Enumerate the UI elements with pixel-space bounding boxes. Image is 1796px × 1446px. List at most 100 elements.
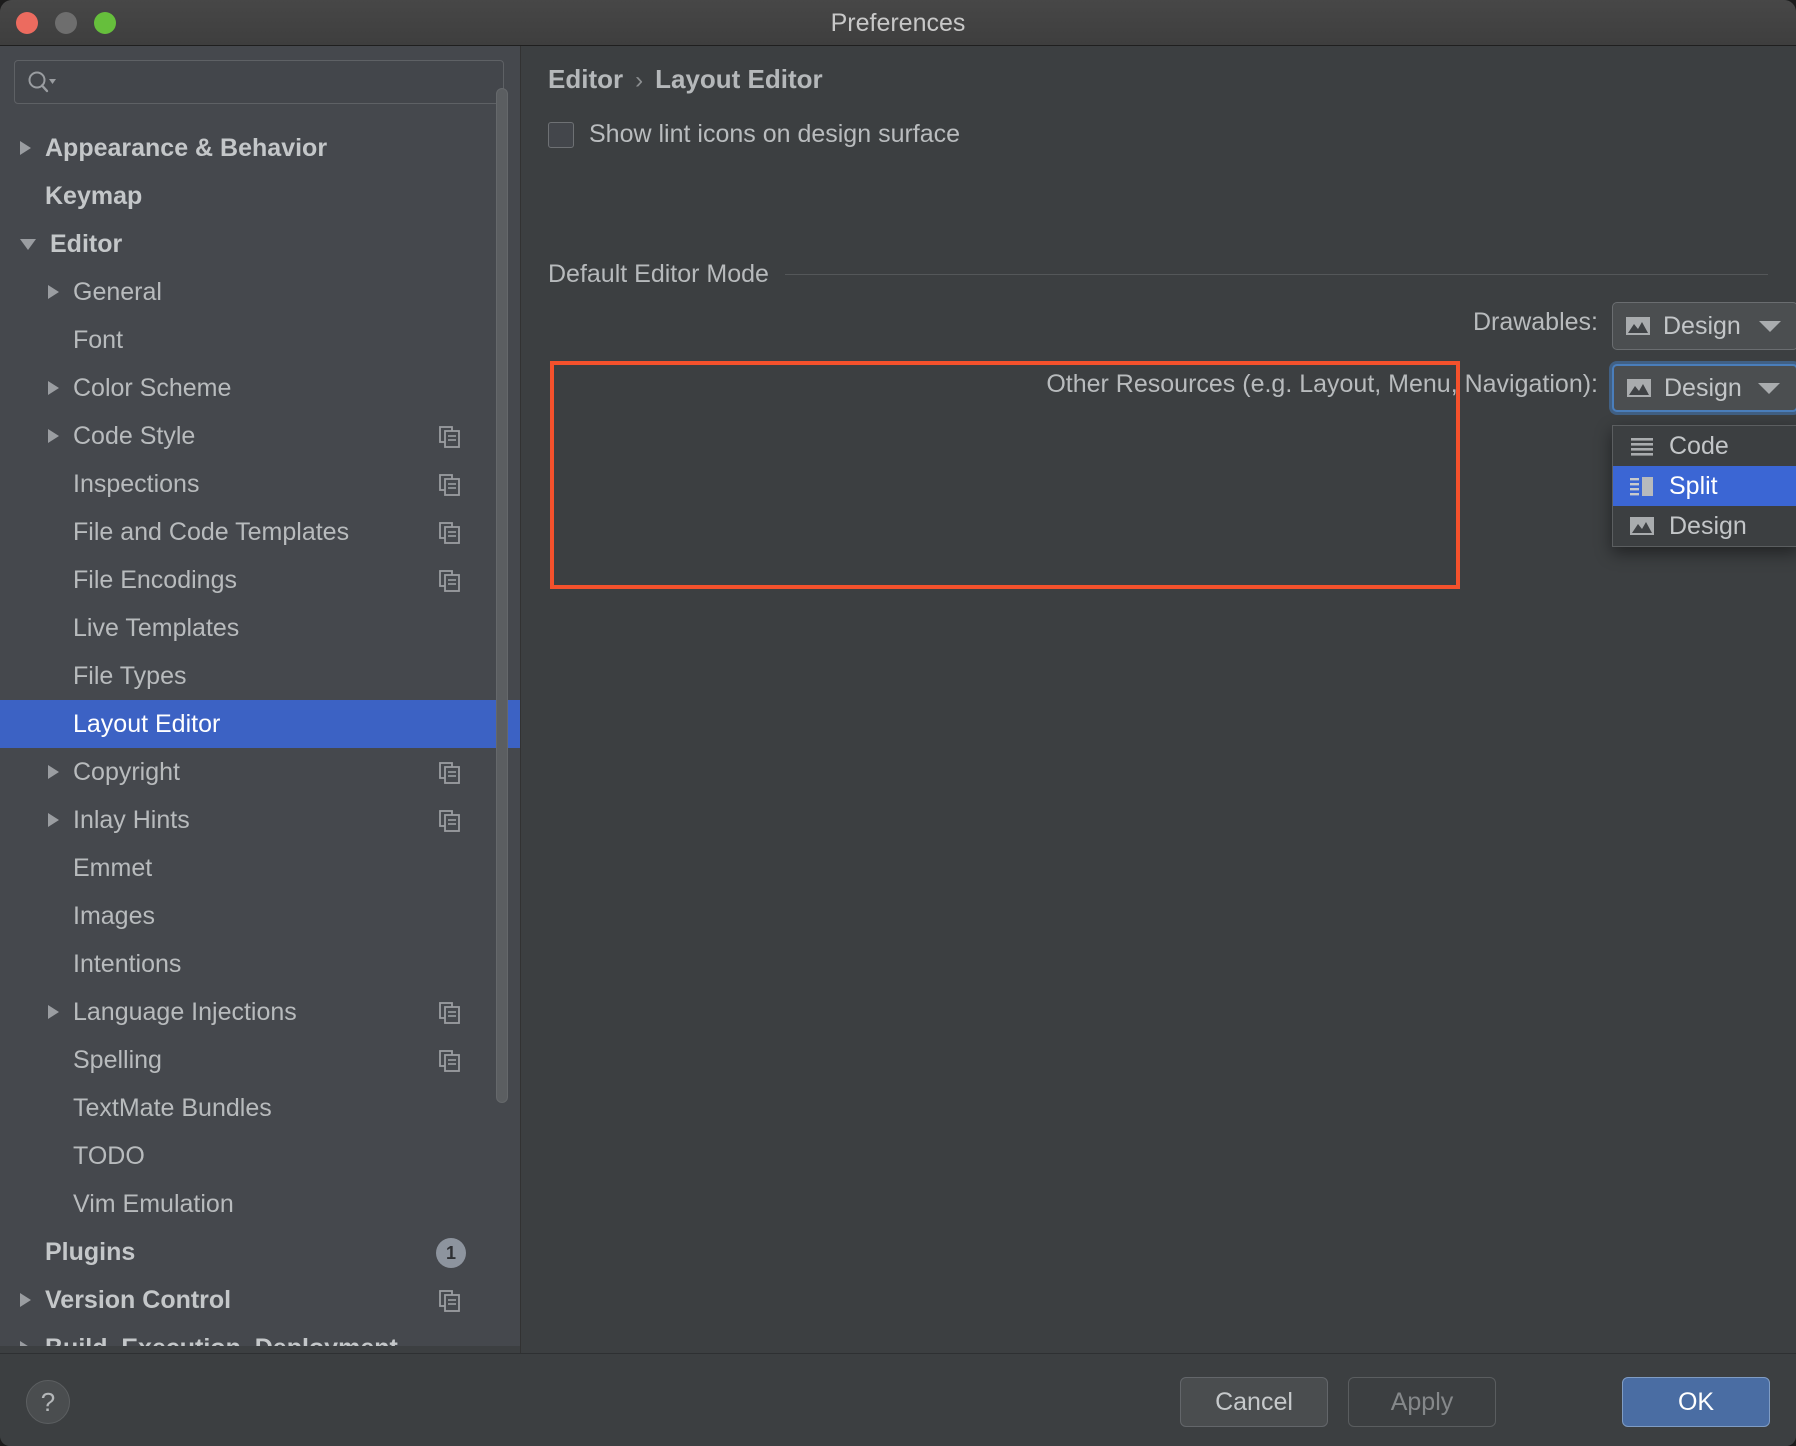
chevron-down-icon [1758,382,1780,394]
breadcrumb-separator-icon: › [635,67,644,94]
breadcrumb-parent[interactable]: Editor [548,64,623,94]
sidebar-item-keymap[interactable]: Keymap [0,172,520,220]
dropdown-option-split[interactable]: Split [1613,466,1796,506]
sidebar-item-label: General [73,277,162,306]
sidebar-item-emmet[interactable]: Emmet [0,844,520,892]
image-icon [1625,315,1651,337]
dropdown-option-design[interactable]: Design [1613,506,1796,546]
settings-tree[interactable]: Appearance & Behavior Keymap Editor General… [0,124,520,1354]
sidebar-item-live-templates[interactable]: Live Templates [0,604,520,652]
show-lint-icons-row[interactable]: Show lint icons on design surface [548,120,960,149]
sidebar-item-todo[interactable]: TODO [0,1132,520,1180]
editor-mode-dropdown-menu[interactable]: Code Split Design [1612,425,1796,547]
copy-settings-icon[interactable] [439,474,461,496]
sidebar-item-vim-emulation[interactable]: Vim Emulation [0,1180,520,1228]
chevron-down-icon[interactable] [20,238,36,250]
sidebar-item-label: Copyright [73,757,180,786]
default-editor-mode-section-header: Default Editor Mode [548,260,1768,289]
sidebar-item-file-types[interactable]: File Types [0,652,520,700]
sidebar-item-label: Intentions [73,949,182,978]
sidebar-item-intentions[interactable]: Intentions [0,940,520,988]
sidebar-item-label: Version Control [45,1285,232,1314]
sidebar-item-file-and-code-templates[interactable]: File and Code Templates [0,508,520,556]
sidebar-item-inspections[interactable]: Inspections [0,460,520,508]
sidebar-item-appearance-behavior[interactable]: Appearance & Behavior [0,124,520,172]
search-input[interactable] [63,61,497,105]
ok-button[interactable]: OK [1622,1377,1770,1427]
sidebar-item-images[interactable]: Images [0,892,520,940]
sidebar-item-color-scheme[interactable]: Color Scheme [0,364,520,412]
image-icon [1629,515,1655,537]
sidebar-item-label: Layout Editor [73,709,221,738]
chevron-right-icon[interactable] [48,813,59,827]
sidebar-item-language-injections[interactable]: Language Injections [0,988,520,1036]
copy-settings-icon[interactable] [439,426,461,448]
other-resources-mode-combobox[interactable]: Design [1612,364,1796,412]
sidebar-scrollbar-thumb[interactable] [496,88,508,1103]
sidebar-item-label: Vim Emulation [73,1189,234,1218]
dropdown-option-label: Code [1669,431,1729,460]
sidebar-item-label: Emmet [73,853,153,882]
sidebar-item-font[interactable]: Font [0,316,520,364]
plugins-update-badge: 1 [436,1238,466,1268]
copy-settings-icon[interactable] [439,1290,461,1312]
dialog-footer: ? Cancel Apply OK [0,1353,1796,1446]
sidebar-item-editor[interactable]: Editor [0,220,520,268]
sidebar-item-textmate-bundles[interactable]: TextMate Bundles [0,1084,520,1132]
sidebar-item-code-style[interactable]: Code Style [0,412,520,460]
dropdown-option-code[interactable]: Code [1613,426,1796,466]
copy-settings-icon[interactable] [439,810,461,832]
drawables-mode-combobox[interactable]: Design [1612,302,1796,350]
chevron-right-icon[interactable] [48,765,59,779]
copy-settings-icon[interactable] [439,522,461,544]
copy-settings-icon[interactable] [439,762,461,784]
chevron-right-icon[interactable] [20,1293,31,1307]
sidebar-item-general[interactable]: General [0,268,520,316]
section-divider [784,274,1768,275]
copy-settings-icon[interactable] [439,1050,461,1072]
sidebar-item-version-control[interactable]: Version Control [0,1276,520,1324]
split-view-icon [1629,475,1655,497]
other-resources-mode-value: Design [1664,373,1742,402]
search-box[interactable] [14,60,504,105]
preferences-window: Preferences Appearance & Behavior Keymap E… [0,0,1796,1446]
sidebar-item-plugins[interactable]: Plugins 1 [0,1228,520,1276]
sidebar-item-layout-editor[interactable]: Layout Editor [0,700,520,748]
other-resources-label: Other Resources (e.g. Layout, Menu, Navi… [1046,370,1598,398]
sidebar-item-label: Color Scheme [73,373,232,402]
chevron-right-icon[interactable] [48,429,59,443]
help-button[interactable]: ? [26,1380,70,1424]
sidebar-item-label: TODO [73,1141,145,1170]
cancel-button[interactable]: Cancel [1180,1377,1328,1427]
apply-button[interactable]: Apply [1348,1377,1496,1427]
show-lint-icons-checkbox[interactable] [548,121,574,148]
settings-detail-pane: Editor › Layout Editor Show lint icons on … [522,46,1796,1354]
sidebar-item-copyright[interactable]: Copyright [0,748,520,796]
sidebar-item-file-encodings[interactable]: File Encodings [0,556,520,604]
chevron-right-icon[interactable] [20,141,31,155]
sidebar-item-label: File and Code Templates [73,517,350,546]
sidebar-item-inlay-hints[interactable]: Inlay Hints [0,796,520,844]
breadcrumb: Editor › Layout Editor [548,64,823,95]
chevron-down-icon [1759,320,1781,332]
title-bar: Preferences [0,0,1796,46]
chevron-right-icon[interactable] [48,285,59,299]
chevron-right-icon[interactable] [48,1005,59,1019]
chevron-right-icon[interactable] [48,381,59,395]
sidebar-scrollbar[interactable] [494,88,510,1103]
copy-settings-icon[interactable] [439,1002,461,1024]
image-icon [1626,377,1652,399]
sidebar-item-spelling[interactable]: Spelling [0,1036,520,1084]
drawables-mode-value: Design [1663,311,1741,340]
copy-settings-icon[interactable] [439,570,461,592]
sidebar-item-label: TextMate Bundles [73,1093,272,1122]
